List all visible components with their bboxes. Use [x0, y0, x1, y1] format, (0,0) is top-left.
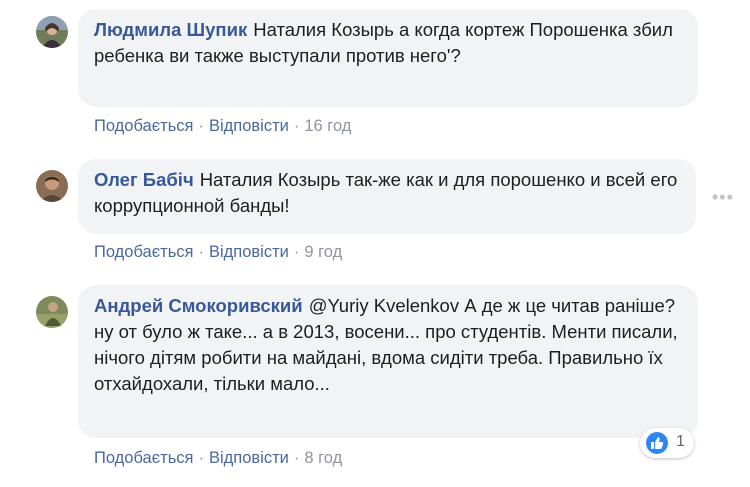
- avatar[interactable]: [36, 296, 68, 328]
- like-link[interactable]: Подобається: [94, 449, 193, 467]
- comment-bubble: Людмила Шупик Наталия Козырь а когда корт…: [78, 9, 698, 107]
- comment-bubble: Андрей Смокоривский @Yuriy Kvelenkov А де…: [78, 285, 698, 438]
- like-link[interactable]: Подобається: [94, 117, 193, 135]
- separator: ·: [293, 243, 300, 261]
- separator: ·: [293, 117, 300, 135]
- comment-actions: Подобається · Відповісти · 9 год: [94, 243, 342, 262]
- avatar[interactable]: [36, 170, 68, 202]
- reply-link[interactable]: Відповісти: [209, 243, 289, 261]
- like-icon: [646, 432, 668, 454]
- reaction-summary[interactable]: 1: [640, 428, 694, 458]
- comment-bubble: Олег Бабіч Наталия Козырь так-же как и дл…: [78, 159, 696, 234]
- reaction-count: 1: [676, 433, 685, 450]
- comment-actions: Подобається · Відповісти · 8 год: [94, 449, 342, 468]
- comment-author[interactable]: Людмила Шупик: [94, 19, 247, 40]
- like-link[interactable]: Подобається: [94, 243, 193, 261]
- comment-author[interactable]: Андрей Смокоривский: [94, 295, 303, 316]
- timestamp[interactable]: 16 год: [304, 117, 351, 135]
- timestamp[interactable]: 9 год: [304, 243, 342, 261]
- separator: ·: [198, 117, 204, 135]
- comment-actions: Подобається · Відповісти · 16 год: [94, 117, 351, 136]
- timestamp[interactable]: 8 год: [304, 449, 342, 467]
- avatar[interactable]: [36, 16, 68, 48]
- separator: ·: [293, 449, 300, 467]
- more-options-icon[interactable]: •••: [712, 187, 734, 208]
- separator: ·: [198, 243, 204, 261]
- comment-author[interactable]: Олег Бабіч: [94, 169, 194, 190]
- reply-link[interactable]: Відповісти: [209, 117, 289, 135]
- separator: ·: [198, 449, 204, 467]
- reply-link[interactable]: Відповісти: [209, 449, 289, 467]
